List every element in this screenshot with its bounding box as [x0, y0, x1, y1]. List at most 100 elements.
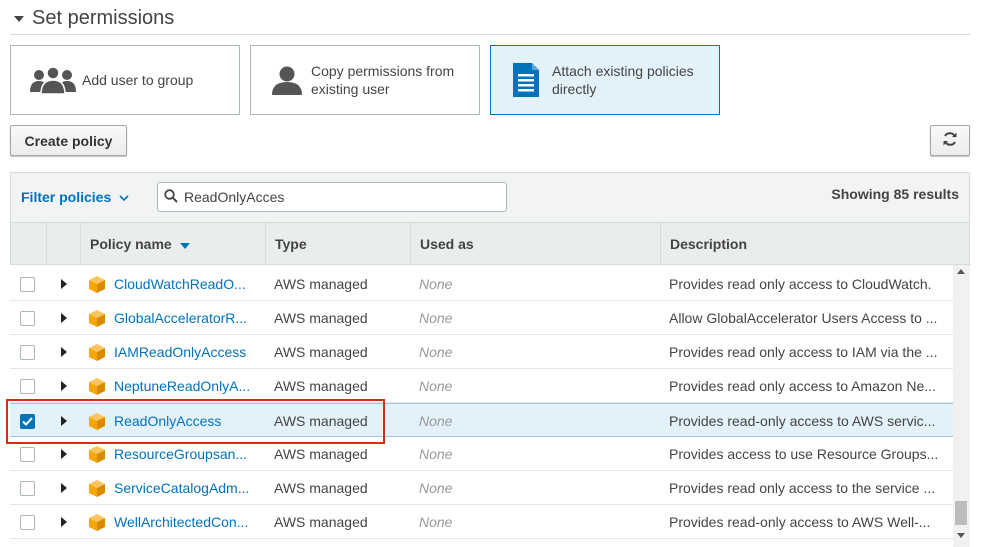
table-row[interactable]: IAMReadOnlyAccess AWS managed None Provides… [10, 335, 953, 369]
option-label: Copy permissions from [311, 63, 455, 79]
divider [10, 34, 970, 35]
table-header: Policy name Type Used as Description [10, 222, 970, 265]
policy-cube-icon [89, 377, 105, 395]
policy-type: AWS managed [274, 446, 368, 462]
expand-row-icon[interactable] [61, 279, 67, 289]
policy-type: AWS managed [274, 378, 368, 394]
option-label-line2: existing user [311, 81, 390, 97]
option-label: Add user to group [82, 72, 194, 88]
policy-name-link[interactable]: ResourceGroupsan... [114, 446, 247, 462]
policy-description: Provides read only access to IAM via the… [669, 344, 938, 360]
column-header-used-as[interactable]: Used as [411, 223, 661, 264]
scroll-up-arrow-icon[interactable] [957, 269, 965, 274]
option-attach-existing-policies[interactable]: Attach existing policies directly [490, 45, 720, 115]
table-row[interactable]: ServiceCatalogAdm... AWS managed None Provi… [10, 471, 953, 505]
chevron-down-icon [119, 189, 129, 205]
expand-row-icon[interactable] [61, 381, 67, 391]
filter-policies-label: Filter policies [21, 189, 112, 205]
select-column-header [11, 223, 47, 264]
expand-row-icon[interactable] [61, 517, 67, 527]
policy-cube-icon [89, 275, 105, 293]
row-checkbox[interactable] [20, 446, 35, 462]
row-checkbox[interactable] [20, 378, 35, 394]
policy-type: AWS managed [274, 276, 368, 292]
policy-used-as: None [419, 310, 453, 326]
filter-bar: Filter policies Showing 85 results [10, 172, 970, 222]
option-label: Attach existing policies [552, 63, 694, 79]
group-icon [23, 65, 83, 95]
policy-name-link[interactable]: CloudWatchReadO... [114, 276, 246, 292]
refresh-button[interactable] [930, 125, 970, 156]
option-add-user-to-group[interactable]: Add user to group [10, 45, 240, 115]
policy-cube-icon [89, 412, 105, 430]
policy-description: Allow GlobalAccelerator Users Access to … [669, 310, 938, 326]
user-icon [267, 65, 307, 95]
expand-row-icon[interactable] [61, 347, 67, 357]
policy-description: Provides read-only access to AWS servic.… [669, 413, 936, 429]
policy-name-link[interactable]: ServiceCatalogAdm... [114, 480, 249, 496]
table-row[interactable]: WellArchitectedCon... AWS managed None Prov… [10, 505, 953, 539]
row-checkbox[interactable] [20, 413, 35, 429]
policy-cube-icon [89, 445, 105, 463]
row-checkbox[interactable] [20, 480, 35, 496]
option-copy-permissions[interactable]: Copy permissions from existing user [250, 45, 480, 115]
section-title: Set permissions [32, 6, 175, 29]
policy-cube-icon [89, 513, 105, 531]
section-header[interactable]: Set permissions [12, 5, 174, 31]
table-row[interactable]: ResourceGroupsan... AWS managed None Provid… [10, 437, 953, 471]
policy-cube-icon [89, 343, 105, 361]
policy-type: AWS managed [274, 514, 368, 530]
search-box[interactable] [157, 182, 507, 212]
policy-name-link[interactable]: GlobalAcceleratorR... [114, 310, 247, 326]
policy-used-as: None [419, 446, 453, 462]
search-input[interactable] [182, 188, 492, 206]
policy-name-link[interactable]: IAMReadOnlyAccess [114, 344, 246, 360]
policy-description: Provides read-only access to AWS Well-..… [669, 514, 931, 530]
refresh-icon [942, 131, 958, 150]
column-header-policy-name[interactable]: Policy name [81, 223, 266, 264]
sort-descending-icon [179, 236, 190, 252]
expand-row-icon[interactable] [61, 416, 67, 426]
scroll-thumb[interactable] [955, 501, 967, 525]
policy-table-body: CloudWatchReadO... AWS managed None Provide… [10, 267, 953, 547]
policy-type: AWS managed [274, 310, 368, 326]
policy-used-as: None [419, 276, 453, 292]
policy-description: Provides access to use Resource Groups..… [669, 446, 939, 462]
policy-used-as: None [419, 344, 453, 360]
option-label-line2: directly [552, 81, 597, 97]
table-row[interactable]: ReadOnlyAccess AWS managed None Provides re… [10, 403, 953, 437]
expand-row-icon[interactable] [61, 313, 67, 323]
results-count: Showing 85 results [831, 186, 959, 202]
expand-row-icon[interactable] [61, 449, 67, 459]
row-checkbox[interactable] [20, 310, 35, 326]
policy-type: AWS managed [274, 480, 368, 496]
row-checkbox[interactable] [20, 514, 35, 530]
policy-name-link[interactable]: ReadOnlyAccess [114, 413, 221, 429]
policy-used-as: None [419, 413, 453, 429]
column-header-type[interactable]: Type [266, 223, 411, 264]
expand-column-header [47, 223, 81, 264]
policy-used-as: None [419, 378, 453, 394]
scroll-down-arrow-icon[interactable] [957, 533, 965, 538]
expand-row-icon[interactable] [61, 483, 67, 493]
table-row[interactable]: GlobalAcceleratorR... AWS managed None Allo… [10, 301, 953, 335]
policy-name-link[interactable]: WellArchitectedCon... [114, 514, 248, 530]
policy-cube-icon [89, 479, 105, 497]
scrollbar[interactable] [953, 265, 970, 547]
caret-down-icon [14, 16, 24, 22]
create-policy-button[interactable]: Create policy [10, 125, 127, 156]
policy-description: Provides read only access to CloudWatch. [669, 276, 932, 292]
filter-policies-dropdown[interactable]: Filter policies [21, 189, 129, 205]
row-checkbox[interactable] [20, 344, 35, 360]
policy-name-link[interactable]: NeptuneReadOnlyA... [114, 378, 250, 394]
policy-used-as: None [419, 514, 453, 530]
column-header-description[interactable]: Description [661, 223, 969, 264]
search-icon [164, 188, 178, 206]
policy-type: AWS managed [274, 344, 368, 360]
row-checkbox[interactable] [20, 276, 35, 292]
table-row[interactable]: CloudWatchReadO... AWS managed None Provide… [10, 267, 953, 301]
table-row[interactable]: NeptuneReadOnlyA... AWS managed None Provid… [10, 369, 953, 403]
policy-description: Provides read only access to Amazon Ne..… [669, 378, 936, 394]
document-icon [508, 63, 544, 97]
policy-description: Provides read only access to the service… [669, 480, 936, 496]
